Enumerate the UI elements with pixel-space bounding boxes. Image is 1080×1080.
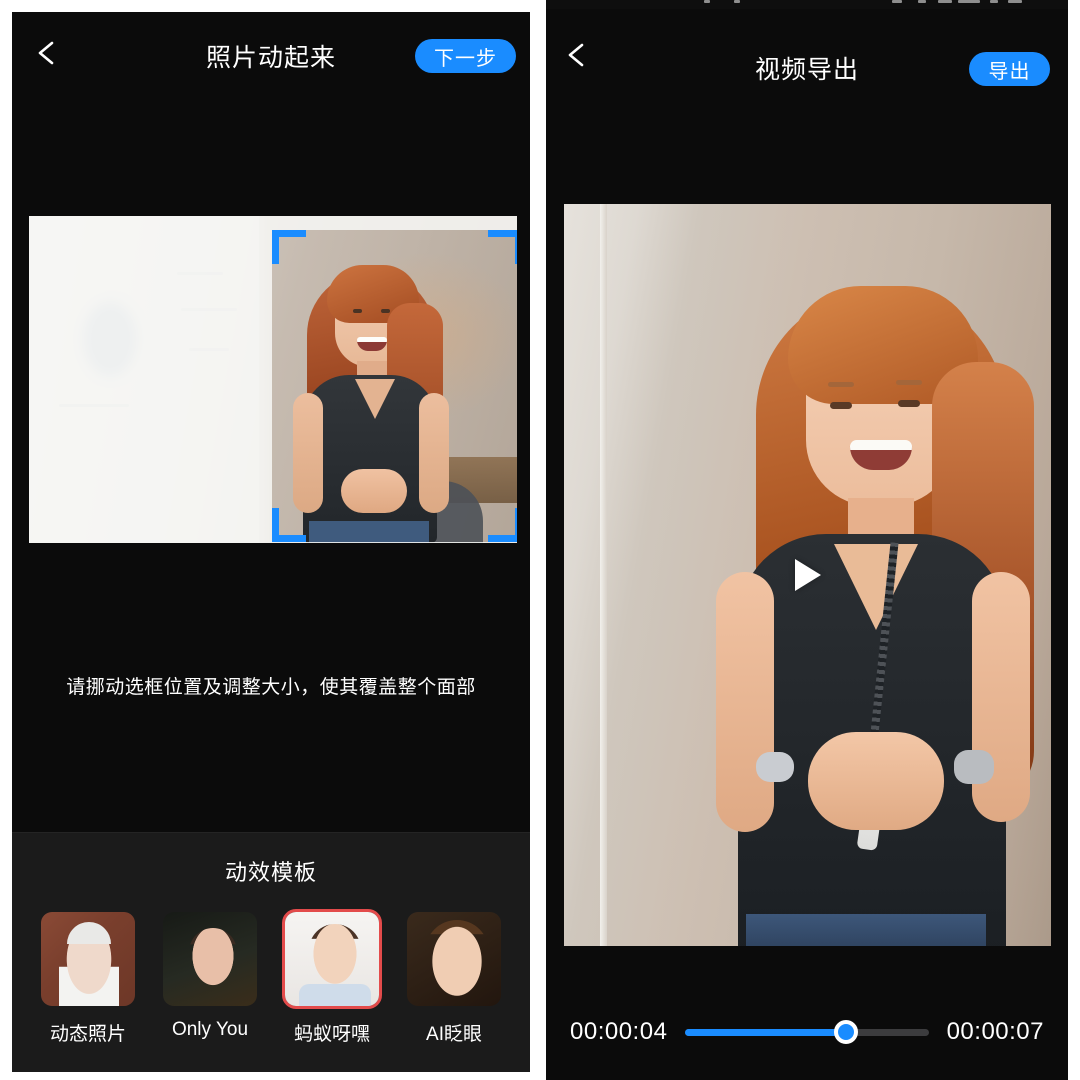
template-label: 蚂蚁呀嘿	[293, 1024, 370, 1045]
template-item-1[interactable]: Only You	[160, 909, 260, 1046]
template-tray: 动效模板 动态照片 Only You 蚂蚁呀嘿 AI眨眼	[12, 832, 530, 1072]
status-bar	[546, 0, 1068, 9]
template-thumbnail-art	[163, 912, 257, 1006]
dim-overlay-bottom	[272, 542, 517, 543]
subject-eye	[898, 400, 920, 407]
left-navbar: 照片动起来 下一步	[12, 12, 530, 90]
subject-arm-right	[972, 572, 1030, 822]
total-time-label: 00:00:07	[946, 1018, 1044, 1045]
template-item-2[interactable]: 蚂蚁呀嘿	[282, 909, 382, 1046]
current-time-label: 00:00:04	[570, 1018, 668, 1045]
subject-bracelet	[756, 752, 794, 782]
selection-corner-bottom-left[interactable]	[272, 508, 306, 542]
photo-animate-screen: 照片动起来 下一步 请挪动选框位置及调整大小，使其覆盖整个面部 动效模板 动态照…	[12, 12, 530, 1072]
video-subject	[682, 262, 1051, 946]
video-scrubber: 00:00:04 00:00:07	[546, 984, 1068, 1080]
template-thumbnail-art	[285, 912, 379, 1006]
template-tray-title: 动效模板	[224, 860, 317, 885]
template-item-3[interactable]: AI眨眼	[404, 909, 504, 1046]
subject-brow	[896, 380, 922, 385]
subject-vneck	[834, 544, 918, 630]
template-thumbnail-art	[41, 912, 135, 1006]
dual-screenshot-container: 照片动起来 下一步 请挪动选框位置及调整大小，使其覆盖整个面部 动效模板 动态照…	[0, 0, 1080, 1080]
subject-hands	[808, 732, 944, 830]
subject-jeans	[746, 914, 986, 946]
template-thumbnail-selected[interactable]	[282, 909, 382, 1009]
template-thumbnail-art	[407, 912, 501, 1006]
template-item-0[interactable]: 动态照片	[38, 909, 138, 1046]
dim-overlay-top	[272, 216, 517, 230]
selection-corner-bottom-right[interactable]	[488, 508, 517, 542]
seek-track-fill	[685, 1028, 846, 1036]
subject-brow	[828, 382, 854, 387]
subject-watch	[954, 750, 994, 784]
template-list: 动态照片 Only You 蚂蚁呀嘿 AI眨眼	[12, 909, 530, 1046]
wall-edge	[600, 204, 607, 946]
subject-arm-left	[716, 572, 774, 832]
subject-eye	[830, 402, 852, 409]
video-preview[interactable]	[564, 204, 1051, 946]
photo-crop-stage[interactable]	[29, 216, 517, 543]
template-label: 动态照片	[49, 1024, 126, 1045]
dim-overlay-left	[29, 216, 272, 543]
play-icon[interactable]	[794, 559, 821, 591]
template-thumbnail[interactable]	[404, 909, 504, 1009]
template-label: Only You	[171, 1019, 249, 1040]
selection-corner-top-left[interactable]	[272, 230, 306, 264]
export-button[interactable]: 导出	[969, 52, 1050, 86]
face-selection-box[interactable]	[272, 230, 517, 542]
right-navbar: 视频导出 导出	[546, 12, 1068, 100]
selection-corner-top-right[interactable]	[488, 230, 517, 264]
template-label: AI眨眼	[426, 1024, 482, 1045]
next-step-button[interactable]: 下一步	[415, 39, 516, 73]
crop-hint-text: 请挪动选框位置及调整大小，使其覆盖整个面部	[66, 677, 476, 698]
seek-knob[interactable]	[833, 1020, 858, 1044]
seek-track-wrapper[interactable]	[685, 1017, 929, 1047]
video-export-screen: 视频导出 导出 00:00:04 00:00:07	[546, 0, 1068, 1080]
template-thumbnail[interactable]	[160, 909, 260, 1009]
template-thumbnail[interactable]	[38, 909, 138, 1009]
